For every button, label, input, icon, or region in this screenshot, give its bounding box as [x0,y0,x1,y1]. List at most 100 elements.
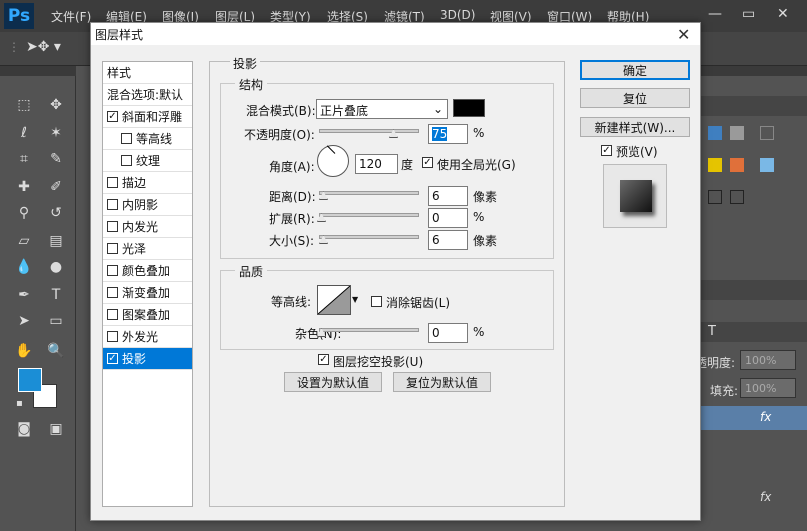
global-light-checkbox[interactable]: ✓ [422,157,433,168]
bevel-emboss-checkbox[interactable]: ✓ [107,111,118,122]
angle-input[interactable]: 120 [355,154,398,174]
make-default-button[interactable]: 设置为默认值 [284,372,382,392]
style-item-bevel-emboss[interactable]: ✓ 斜面和浮雕 [103,106,192,128]
inner-shadow-checkbox[interactable] [107,199,118,210]
distance-input[interactable]: 6 [428,186,468,206]
style-item-label: 混合选项:默认 [107,88,184,102]
antialias-checkbox[interactable] [371,296,382,307]
style-item-inner-shadow[interactable]: 内阴影 [103,194,192,216]
rectangle-tool-icon[interactable]: ▭ [42,310,70,332]
close-icon[interactable]: ✕ [677,25,690,44]
style-item-pattern-overlay[interactable]: 图案叠加 [103,304,192,326]
style-item-color-overlay[interactable]: 颜色叠加 [103,260,192,282]
healing-brush-icon[interactable]: ✚ [10,176,38,198]
style-item-gradient-overlay[interactable]: 渐变叠加 [103,282,192,304]
style-item-satin[interactable]: 光泽 [103,238,192,260]
quick-mask-icon[interactable]: ◙ [10,418,38,440]
style-swatch[interactable] [708,190,722,204]
noise-input[interactable]: 0 [428,323,468,343]
menu-file[interactable]: 文件(F) [51,8,91,25]
color-overlay-checkbox[interactable] [107,265,118,276]
distance-slider[interactable] [319,191,419,195]
style-swatch[interactable] [730,190,744,204]
type-filter-icon[interactable]: T [708,324,716,339]
eyedropper-icon[interactable]: ✎ [42,148,70,170]
distance-unit: 像素 [473,190,498,204]
style-list-header[interactable]: 样式 [103,62,192,84]
noise-unit: % [473,325,485,339]
style-item-outer-glow[interactable]: 外发光 [103,326,192,348]
eraser-icon[interactable]: ▱ [10,230,38,252]
move-tool-icon[interactable]: ➤✥ ▾ [26,39,61,55]
style-swatch[interactable] [760,126,774,140]
satin-checkbox[interactable] [107,243,118,254]
pattern-overlay-checkbox[interactable] [107,309,118,320]
reset-default-button[interactable]: 复位为默认值 [393,372,491,392]
knockout-checkbox[interactable]: ✓ [318,354,329,365]
new-style-button[interactable]: 新建样式(W)... [580,117,690,137]
screen-mode-icon[interactable]: ▣ [42,418,70,440]
brush-tool-icon[interactable]: ✐ [42,176,70,198]
move-icon[interactable]: ✥ [42,94,70,116]
shadow-color-swatch[interactable] [453,99,485,117]
dodge-tool-icon[interactable]: ● [42,256,70,278]
contour-picker[interactable] [317,285,351,315]
inner-glow-checkbox[interactable] [107,221,118,232]
magic-wand-icon[interactable]: ✶ [42,122,70,144]
layer-effects-icon-2[interactable]: fx [760,490,771,504]
style-item-blending-options[interactable]: 混合选项:默认 [103,84,192,106]
layer-effects-icon[interactable]: fx [760,410,771,424]
style-swatch[interactable] [730,158,744,172]
ok-button[interactable]: 确定 [580,60,690,80]
hand-tool-icon[interactable]: ✋ [10,340,38,362]
opacity-input[interactable]: 75 [428,124,468,144]
drop-shadow-checkbox[interactable]: ✓ [107,353,118,364]
foreground-color-swatch[interactable] [18,368,42,392]
contour-checkbox[interactable] [121,133,132,144]
style-swatch[interactable] [760,158,774,172]
style-item-texture[interactable]: 纹理 [103,150,192,172]
history-brush-icon[interactable]: ↺ [42,202,70,224]
lasso-tool-icon[interactable]: ℓ [10,122,38,144]
preview-checkbox[interactable]: ✓ [601,145,612,156]
pen-tool-icon[interactable]: ✒ [10,284,38,306]
zoom-tool-icon[interactable]: 🔍 [42,340,70,362]
outer-glow-checkbox[interactable] [107,331,118,342]
type-tool-icon[interactable]: T [42,284,70,306]
layers-panel-tabbar [700,322,807,342]
minimize-icon[interactable]: — [708,6,722,22]
menu-3d[interactable]: 3D(D) [440,8,475,22]
restore-icon[interactable]: ▭ [742,6,755,22]
style-swatch[interactable] [708,158,722,172]
crop-tool-icon[interactable]: ⌗ [10,148,38,170]
default-colors-icon[interactable]: ▪ [16,398,23,409]
marquee-tool-icon[interactable]: ⬚ [10,94,38,116]
opacity-slider[interactable] [319,129,419,133]
style-swatch[interactable] [730,126,744,140]
style-item-stroke[interactable]: 描边 [103,172,192,194]
texture-checkbox[interactable] [121,155,132,166]
style-swatch[interactable] [708,126,722,140]
blend-mode-select[interactable]: 正片叠底 ⌄ [316,99,448,119]
gradient-overlay-checkbox[interactable] [107,287,118,298]
clone-stamp-icon[interactable]: ⚲ [10,202,38,224]
blur-tool-icon[interactable]: 💧 [10,256,38,278]
layer-fill-dropdown[interactable]: 100% [740,378,796,398]
noise-slider[interactable] [319,328,419,332]
layer-opacity-dropdown[interactable]: 100% [740,350,796,370]
style-item-inner-glow[interactable]: 内发光 [103,216,192,238]
spread-slider[interactable] [319,213,419,217]
style-item-drop-shadow[interactable]: ✓ 投影 [103,348,192,370]
size-input[interactable]: 6 [428,230,468,250]
angle-dial[interactable] [317,145,349,177]
reset-button[interactable]: 复位 [580,88,690,108]
close-icon[interactable]: ✕ [777,6,789,22]
style-item-contour[interactable]: 等高线 [103,128,192,150]
gradient-tool-icon[interactable]: ▤ [42,230,70,252]
contour-dropdown-icon[interactable]: ▼ [352,295,358,304]
spread-input[interactable]: 0 [428,208,468,228]
size-slider[interactable] [319,235,419,239]
path-select-icon[interactable]: ➤ [10,310,38,332]
selected-layer-row[interactable] [700,406,807,430]
stroke-checkbox[interactable] [107,177,118,188]
